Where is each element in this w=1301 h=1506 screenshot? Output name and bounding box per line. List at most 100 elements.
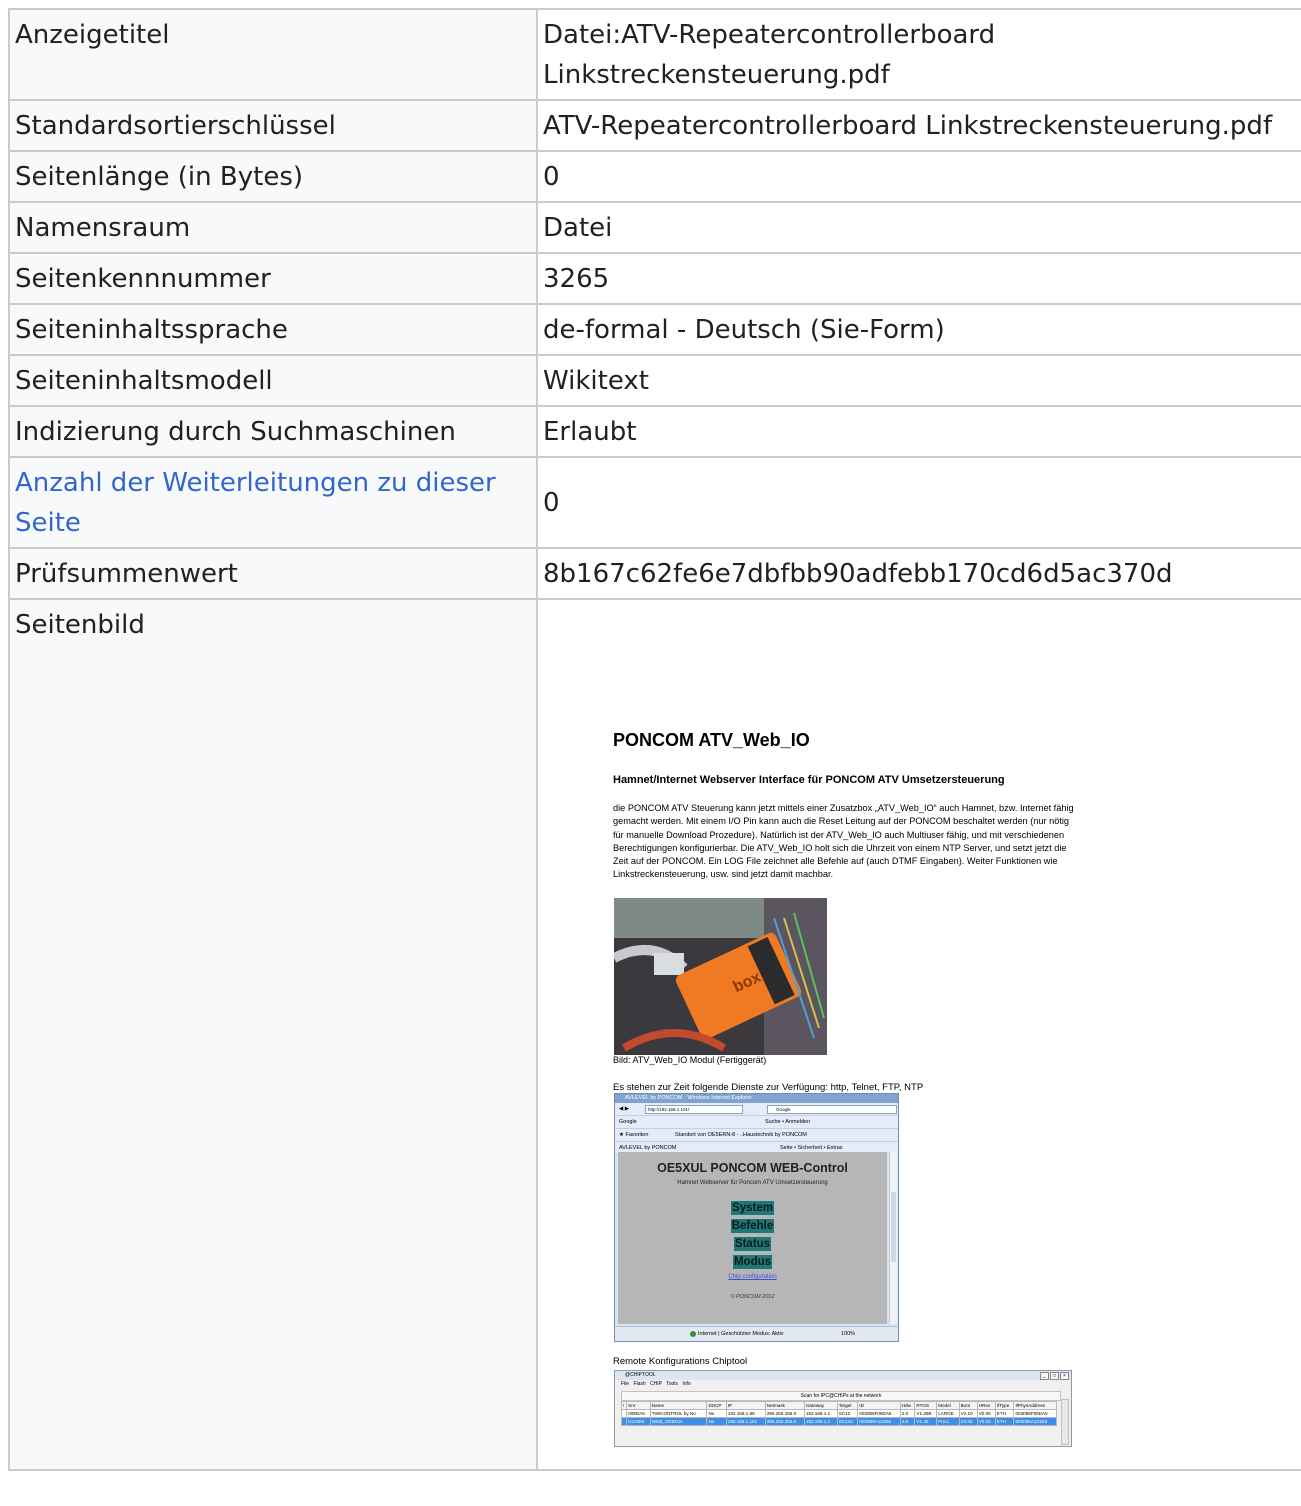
info-key: Namensraum [8,201,538,254]
browser-title-bar: AVLEVEL by PONCOM - Windows Internet Exp… [615,1094,898,1103]
browser-screenshot: AVLEVEL by PONCOM - Windows Internet Exp… [614,1093,899,1342]
info-value: Datei [536,201,1301,254]
chiptool-cell: WEB_OE5XUL [649,1417,708,1426]
chiptool-column-header: Hdw [899,1401,916,1410]
webcontrol-heading: OE5XUL PONCOM WEB-Control [657,1161,848,1175]
favorites-label: Favoriten [625,1132,649,1138]
info-value: 0 [536,150,1301,203]
webcontrol-button-modus: Modus [732,1255,773,1269]
chiptool-column-header: Name [649,1401,708,1410]
star-icon: ★ [619,1132,624,1138]
browser-status-bar: Internet | Geschützter Modus: Aktiv 100% [615,1326,898,1341]
chiptool-column-header: Netmask [764,1401,805,1410]
info-key: Anzeigetitel [8,8,538,101]
chiptool-column-header: IfPhysAddress [1013,1401,1057,1410]
chiptool-title-bar: @CHIPTOOL _ □ × [615,1371,1071,1380]
chiptool-column-header: Gateway [803,1401,838,1410]
chiptool-cell: No [706,1409,727,1418]
chiptool-column-header: Model [936,1401,960,1410]
chiptool-cell: 192.168.1.1 [803,1409,838,1418]
photo-caption: Bild: ATV_Web_IO Modul (Fertiggerät) [613,1055,767,1065]
info-row: Anzahl der Weiterleitungen zu dieser Sei… [8,456,1301,549]
info-value: de-formal - Deutsch (Sie-Form) [536,303,1301,356]
chiptool-cell: V3.00 [958,1417,978,1426]
info-value: ATV-Repeatercontrollerboard Linkstrecken… [536,99,1301,152]
chiptool-cell: 008DA5 [626,1409,651,1418]
chip-configuration-link: Chip configuration [728,1274,777,1280]
info-value: 3265 [536,252,1301,305]
browser-address-bar: ◀ ▶ http://192.168.1.101/ Google [615,1103,898,1116]
browser-scrollbar [889,1152,897,1324]
toolbar-items: Suche • Anmelden [765,1119,811,1125]
info-row: Prüfsummenwert 8b167c62fe6e7dbfbb90adfeb… [8,547,1301,600]
chiptool-header-row: ! Snr Name DHCP IP Netmask Gateway Targe… [620,1401,1057,1410]
maximize-icon: □ [1050,1372,1059,1380]
chiptool-cell: ETH [994,1417,1015,1426]
favorite-item: Haustechnik by PONCOM [743,1132,807,1138]
info-row: Indizierung durch Suchmaschinen Erlaubt [8,405,1301,458]
info-row: Seitenkennnummer 3265 [8,252,1301,305]
chiptool-menu-item: CHIP [650,1381,662,1387]
chiptool-table: ! Snr Name DHCP IP Netmask Gateway Targe… [620,1401,1057,1426]
webcontrol-subheading: Hamnet Webserver für Poncom ATV Umsetzer… [677,1180,828,1186]
chiptool-scrollbar [1061,1399,1069,1445]
chiptool-cell: V1.25B [914,1409,938,1418]
browser-zoom: 100% [841,1331,856,1337]
browser-tab: AVLEVEL by PONCOM [619,1145,677,1151]
info-value: Erlaubt [536,405,1301,458]
info-key: Standardsortierschlüssel [8,99,538,152]
browser-favorites-bar: ★ Favoriten Standort von OE5ERN-8 - ... … [615,1129,898,1142]
browser-address: http://192.168.1.101/ [645,1105,743,1114]
chiptool-scan-label: Scan for IPC@CHIPs at the network [621,1391,1061,1401]
chiptool-menu: File Flash CHIP Tools Info [615,1380,1071,1389]
browser-status-text: Internet | Geschützter Modus: Aktiv [698,1331,784,1337]
chiptool-cell: 003056A131E6 [1013,1417,1057,1426]
chiptool-screenshot: @CHIPTOOL _ □ × File Flash CHIP Tools Info… [614,1370,1072,1447]
chiptool-cell: TWICONTROL by No [649,1409,708,1418]
info-value: Datei:ATV-Repeatercontrollerboard Linkst… [536,8,1301,101]
redirects-link[interactable]: Anzahl der Weiterleitungen zu dieser Sei… [15,468,496,538]
services-caption: Es stehen zur Zeit folgende Dienste zur … [613,1082,924,1093]
chiptool-cell: SC12 [836,1409,859,1418]
chiptool-caption: Remote Konfigurations Chiptool [613,1356,748,1367]
chiptool-cell: 003056A131E6 [857,1417,901,1426]
info-key: Seitenlänge (in Bytes) [8,150,538,203]
browser-search-box: Google [767,1105,897,1114]
chiptool-column-header: Snr [626,1401,651,1410]
chiptool-cell: V0.00 [976,1409,996,1418]
close-icon: × [1060,1372,1069,1380]
chiptool-menu-item: Flash [633,1381,646,1387]
chiptool-column-header: IfType [994,1401,1015,1410]
pdf-subtitle: Hamnet/Internet Webserver Interface für … [613,774,1005,786]
info-key: Seiteninhaltssprache [8,303,538,356]
chiptool-column-header: ID [857,1401,901,1410]
info-key: Prüfsummenwert [8,547,538,600]
module-photo-drawing: box [614,898,827,1055]
chiptool-menu-item: Tools [666,1381,678,1387]
chiptool-row: 008DA5 TWICONTROL by No No 192.168.1.99 … [620,1409,1057,1418]
chiptool-cell: LARGE [936,1409,960,1418]
chiptool-cell: 2.0 [899,1417,916,1426]
chiptool-column-header: RTOS [914,1401,938,1410]
chiptool-cell: FULL [936,1417,960,1426]
pdf-title: PONCOM ATV_Web_IO [613,730,810,750]
info-value: 0 [536,456,1301,549]
chiptool-cell: 255.255.255.0 [764,1409,805,1418]
chiptool-title: @CHIPTOOL [625,1372,656,1378]
webcontrol-copyright: © PONCOM 2012 [730,1294,775,1300]
info-row: Anzeigetitel Datei:ATV-Repeatercontrolle… [8,8,1301,101]
info-row: Namensraum Datei [8,201,1301,254]
info-value: 8b167c62fe6e7dbfbb90adfebb170cd6d5ac370d [536,547,1301,600]
chiptool-column-header: HRev [976,1401,996,1410]
webcontrol-menu: System Befehle Status Modus [618,1197,887,1269]
info-key: Indizierung durch Suchmaschinen [8,405,538,458]
globe-icon [690,1330,696,1337]
info-value: Wikitext [536,354,1301,407]
module-photo: box [614,898,827,1055]
chiptool-cell: No [706,1417,727,1426]
info-row: Seiteninhaltsmodell Wikitext [8,354,1301,407]
chiptool-cell: 003056F08DA5 [857,1409,901,1418]
chiptool-cell: 192.168.1.101 [725,1417,766,1426]
chiptool-cell: V0.02 [976,1417,996,1426]
info-row: Seitenlänge (in Bytes) 0 [8,150,1301,203]
